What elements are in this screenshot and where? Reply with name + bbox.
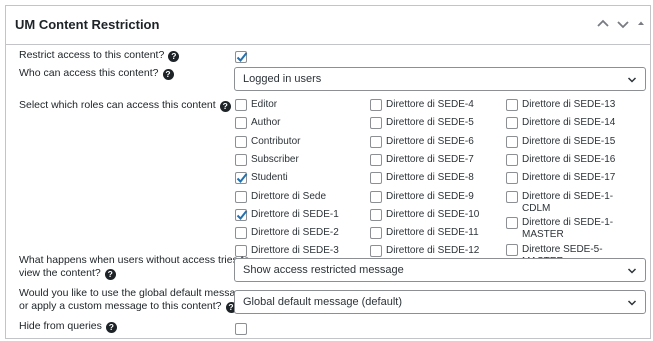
role-label: Studenti [251,172,288,183]
role-label: Author [251,117,281,128]
role-label: Direttore di SEDE-5 [386,117,474,128]
role-label: Direttore di SEDE-16 [522,154,616,165]
um-content-restriction-panel: UM Content Restriction Restrict access t… [5,5,651,339]
restriction-action-select[interactable]: Show access restricted message [234,258,646,282]
role-checkbox[interactable] [370,245,382,257]
role-label: Contributor [251,136,301,147]
restriction-message-line2: or apply a custom message to this conten… [19,300,222,312]
restrict-access-label: Restrict access to this content?? [19,49,180,62]
role-label: Direttore di SEDE-10 [386,209,480,220]
who-can-access-label: Who can access this content?? [19,67,174,80]
who-can-access-select[interactable]: Logged in users [234,67,646,91]
role-label: Direttore di SEDE-9 [386,191,474,202]
role-checkbox[interactable] [235,154,247,166]
help-icon[interactable]: ? [162,69,174,80]
chevron-up-icon[interactable] [594,15,612,33]
role-checkbox[interactable] [235,209,248,221]
help-icon[interactable]: ? [168,51,180,62]
role-label: Direttore di SEDE-6 [386,136,474,147]
role-checkbox[interactable] [506,117,518,129]
who-can-access-text: Who can access this content? [19,67,159,79]
role-checkbox[interactable] [235,227,247,239]
role-label: Direttore di SEDE-2 [251,227,339,238]
role-checkbox[interactable] [370,117,382,129]
help-icon[interactable]: ? [104,269,116,280]
role-checkbox[interactable] [506,191,518,203]
role-checkbox[interactable] [235,191,247,203]
hide-from-queries-checkbox[interactable] [235,323,247,335]
restrict-access-text: Restrict access to this content? [19,49,165,61]
role-checkbox[interactable] [370,227,382,239]
role-checkbox[interactable] [370,154,382,166]
hide-from-queries-label: Hide from queries? [19,320,117,333]
role-checkbox[interactable] [506,99,518,111]
role-label: Direttore di Sede [251,191,327,202]
help-icon[interactable]: ? [219,101,231,112]
restriction-action-line2: view the content? [19,267,101,279]
help-icon[interactable]: ? [105,322,117,333]
roles-text: Select which roles can access this conte… [19,99,216,111]
role-checkbox[interactable] [370,191,382,203]
role-label: Direttore di SEDE-4 [386,99,474,110]
role-label: Direttore di SEDE-7 [386,154,474,165]
restriction-action-value: Show access restricted message [243,264,404,276]
role-label: Direttore di SEDE-14 [522,117,616,128]
role-label: Direttore di SEDE-11 [386,227,479,238]
role-label: Direttore di SEDE-1-MASTER [522,217,614,240]
role-label: Direttore di SEDE-3 [251,245,339,256]
role-label: Direttore di SEDE-12 [386,245,480,256]
role-checkbox[interactable] [370,172,382,184]
role-checkbox[interactable] [506,154,518,166]
role-checkbox[interactable] [235,172,248,184]
role-checkbox[interactable] [506,172,518,184]
role-checkbox[interactable] [235,136,247,148]
role-label: Direttore di SEDE-8 [386,172,474,183]
role-label: Direttore di SEDE-17 [522,172,616,183]
role-checkbox[interactable] [235,117,247,129]
hide-from-queries-text: Hide from queries [19,320,102,332]
role-label: Direttore di SEDE-1-CDLM [522,191,614,214]
role-checkbox[interactable] [235,99,247,111]
restrict-access-checkbox[interactable] [235,51,248,63]
role-checkbox[interactable] [506,217,518,229]
chevron-down-icon [627,77,637,83]
restriction-action-line1: What happens when users without access t… [19,254,250,266]
restriction-message-label: Would you like to use the global default… [19,287,247,313]
chevron-down-icon[interactable] [614,15,632,33]
role-label: Direttore di SEDE-1 [251,209,339,220]
panel-header[interactable]: UM Content Restriction [6,6,650,45]
restriction-message-line1: Would you like to use the global default… [19,287,248,299]
checkmark-icon [236,210,248,220]
role-checkbox[interactable] [370,99,382,111]
who-can-access-value: Logged in users [243,73,322,85]
role-checkbox[interactable] [370,136,382,148]
triangle-up-icon[interactable] [632,15,650,33]
role-label: Editor [251,99,278,110]
role-checkbox[interactable] [506,136,518,148]
role-checkbox[interactable] [506,244,518,256]
role-label: Subscriber [251,154,299,165]
role-label: Direttore di SEDE-15 [522,136,616,147]
role-label: Direttore di SEDE-13 [522,99,616,110]
checkmark-icon [236,173,248,183]
chevron-down-icon [627,268,637,274]
panel-title: UM Content Restriction [15,17,160,32]
restriction-message-select[interactable]: Global default message (default) [234,290,646,314]
restriction-action-label: What happens when users without access t… [19,254,250,280]
roles-label: Select which roles can access this conte… [19,99,231,112]
role-checkbox[interactable] [370,209,382,221]
chevron-down-icon [627,300,637,306]
checkmark-icon [236,52,248,62]
restriction-message-value: Global default message (default) [243,296,402,308]
